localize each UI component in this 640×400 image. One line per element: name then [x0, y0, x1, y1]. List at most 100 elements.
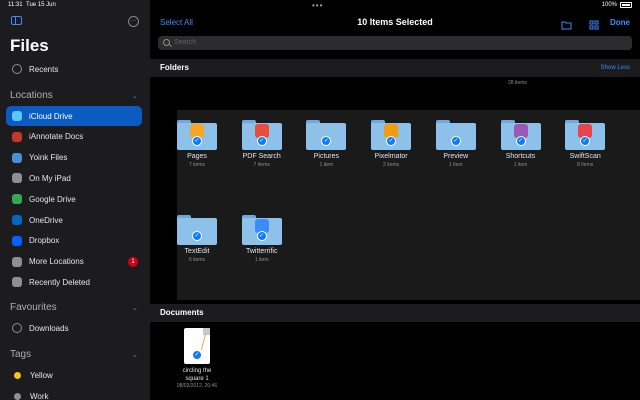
checkmark-icon: ✓ — [515, 136, 526, 146]
download-icon — [12, 323, 22, 333]
folder-name: Pixelmator — [374, 153, 408, 160]
status-bar: 11:31 Tue 15 Jun ••• 100% — [0, 0, 640, 12]
folder-item[interactable]: ✓ SwiftScan 8 items — [555, 120, 615, 168]
chevron-down-icon[interactable]: ⌄ — [132, 351, 138, 359]
folder-name: Twitterrific — [245, 248, 278, 255]
sidebar-item-tag-yellow[interactable]: Yellow — [6, 365, 142, 385]
folders-title: Folders — [160, 63, 189, 72]
onedrive-icon — [12, 215, 22, 225]
folder-icon: ✓ — [565, 120, 606, 150]
folder-item[interactable]: ✓ Shortcuts 1 item — [491, 120, 551, 168]
sidebar-item-downloads[interactable]: Downloads — [6, 318, 142, 338]
folder-icon: ✓ — [177, 215, 217, 245]
sidebar-item-recents[interactable]: Recents — [6, 59, 142, 79]
folder-count: 7 items — [188, 162, 206, 168]
checkmark-icon: ✓ — [192, 231, 202, 241]
done-button[interactable]: Done — [610, 18, 630, 27]
favourites-header: Favourites — [10, 302, 57, 313]
sidebar-item-on-my-ipad[interactable]: On My iPad — [6, 168, 142, 188]
sidebar-item-label: More Locations — [29, 257, 84, 267]
folder-item[interactable]: ✓ TextEdit 6 items — [167, 215, 227, 263]
checkmark-icon: ✓ — [256, 231, 267, 241]
folder-icon: ✓ — [241, 215, 282, 245]
sidebar-item-tag-work[interactable]: Work — [6, 386, 142, 400]
chevron-down-icon[interactable]: ⌄ — [132, 92, 138, 100]
documents-title: Documents — [160, 308, 204, 317]
sidebar-item-label: On My iPad — [29, 173, 71, 183]
folder-name: Preview — [443, 153, 469, 160]
sidebar-item-label: Recents — [29, 64, 59, 74]
main-content: Select All 10 Items Selected Done Search… — [150, 0, 640, 400]
sidebar-item-onedrive[interactable]: OneDrive — [6, 210, 142, 230]
checkmark-icon: ✓ — [450, 136, 461, 146]
sidebar-item-more-locations[interactable]: More Locations 1 — [6, 252, 142, 272]
folder-item[interactable]: ✓ Pages 7 items — [167, 120, 227, 168]
search-input[interactable]: Search — [158, 36, 632, 50]
sidebar-item-label: Recently Deleted — [29, 277, 90, 287]
folder-item[interactable]: ✓ Pictures 1 item — [296, 120, 356, 168]
status-right: 100% — [602, 2, 632, 8]
multitasking-dots-icon[interactable]: ••• — [312, 1, 323, 10]
folder-icon: ✓ — [500, 120, 541, 150]
folder-icon: ✓ — [241, 120, 282, 150]
new-folder-icon[interactable] — [561, 17, 572, 30]
notification-badge: 1 — [128, 256, 138, 267]
show-less-button[interactable]: Show Less — [601, 65, 630, 71]
folder-count: 7 items — [253, 162, 270, 168]
checkmark-icon: ✓ — [192, 136, 202, 146]
grid-view-icon[interactable] — [589, 17, 600, 30]
sidebar-item-label: Yoink Files — [29, 153, 68, 163]
tag-dot-icon — [14, 371, 21, 379]
folder-item[interactable]: ✓ Pixelmator 2 items — [361, 120, 421, 168]
battery-percentage: 100% — [601, 2, 617, 8]
folder-count: 1 item — [319, 162, 334, 168]
more-icon — [12, 256, 22, 267]
folder-icon: ✓ — [371, 120, 412, 150]
tags-header: Tags — [10, 349, 32, 360]
folder-item[interactable]: ✓ Preview 1 item — [426, 120, 486, 168]
folder-item[interactable]: ✓ Twitterrific 1 item — [232, 215, 292, 263]
cloud-icon — [12, 111, 22, 121]
folder-name: TextEdit — [184, 248, 210, 255]
status-time: 11:31 — [8, 2, 23, 8]
sidebar-item-dropbox[interactable]: Dropbox — [6, 231, 142, 251]
status-date: Tue 15 Jun — [26, 2, 56, 8]
folder-name: Pages — [187, 153, 207, 160]
yoink-icon — [12, 152, 22, 163]
sidebar-item-label: Downloads — [29, 323, 69, 333]
folders-section-header: Folders Show Less — [150, 59, 640, 77]
folder-icon: ✓ — [435, 120, 476, 150]
battery-icon — [620, 2, 632, 8]
folder-name: SwiftScan — [569, 153, 601, 160]
sidebar-item-google-drive[interactable]: Google Drive — [6, 189, 142, 209]
checkmark-icon: ✓ — [192, 350, 202, 360]
google-drive-icon — [12, 194, 22, 205]
folder-count: 8 items — [577, 162, 594, 168]
folder-count: 1 item — [513, 162, 528, 168]
sidebar-item-recently-deleted[interactable]: Recently Deleted — [6, 272, 142, 292]
sidebar-item-label: Google Drive — [29, 194, 76, 204]
document-date: 08/03/2012, 20:46 — [176, 383, 218, 389]
toolbar: Select All 10 Items Selected Done — [150, 12, 640, 34]
search-icon — [163, 39, 170, 46]
folder-count: 6 items — [188, 257, 206, 263]
ipad-icon — [12, 173, 22, 184]
folder-name: Pictures — [313, 153, 340, 160]
document-item[interactable]: ✓ circling the square 1 08/03/2012, 20:4… — [170, 328, 224, 389]
sidebar-item-icloud-drive[interactable]: iCloud Drive — [6, 106, 142, 126]
checkmark-icon: ✓ — [256, 136, 267, 146]
sidebar-toggle-icon[interactable] — [11, 16, 22, 25]
sidebar: ··· Files Recents Locations ⌄ iCloud Dri… — [0, 0, 150, 400]
folders-count: 28 items — [508, 80, 527, 86]
ellipsis-circle-icon[interactable]: ··· — [128, 16, 139, 27]
search-placeholder: Search — [174, 39, 197, 46]
sidebar-item-label: Yellow — [30, 370, 53, 380]
clock-icon — [12, 64, 22, 74]
sidebar-item-label: Dropbox — [29, 236, 60, 246]
chevron-down-icon[interactable]: ⌄ — [132, 304, 138, 312]
sidebar-item-iannotate-docs[interactable]: iAnnotate Docs — [6, 127, 142, 147]
sidebar-item-label: iCloud Drive — [29, 111, 73, 121]
folder-item[interactable]: ✓ PDF Search 7 items — [232, 120, 292, 168]
sidebar-item-yoink-files[interactable]: Yoink Files — [6, 148, 142, 168]
documents-section-header: Documents — [150, 304, 640, 322]
